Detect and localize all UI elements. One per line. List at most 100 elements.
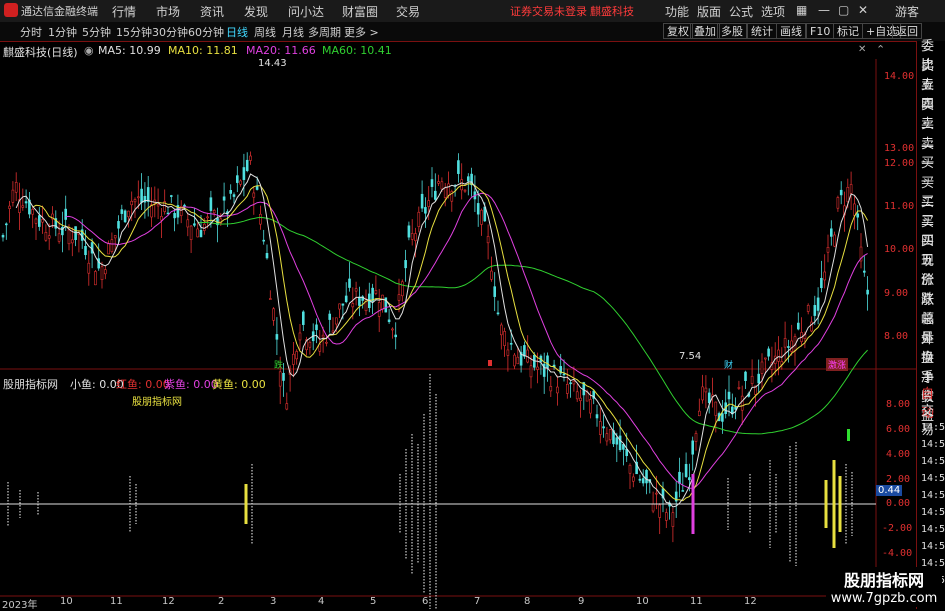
app-title: 通达信金融终端 [21, 5, 98, 18]
close-icon[interactable]: ✕ [858, 3, 868, 17]
candle-body [410, 233, 414, 240]
period-more[interactable]: 更多 > [344, 24, 379, 40]
period-intraday[interactable]: 分时 [20, 24, 42, 40]
candle-body [433, 190, 437, 200]
candle-body [836, 197, 840, 209]
date-tick-1: 10 [60, 596, 73, 607]
indicator-current-value: 0.44 [876, 485, 903, 496]
candle-body [196, 228, 199, 238]
candle-body [242, 167, 246, 180]
candle-body [750, 375, 754, 384]
restore-icon[interactable]: ▢ [838, 3, 849, 17]
ind-axis-4: 4.00 [886, 449, 911, 460]
candle-body [222, 196, 226, 201]
candle-body [862, 270, 866, 273]
candle-body [598, 421, 602, 435]
period-5min[interactable]: 5分钟 [82, 24, 111, 40]
price-axis-9: 9.00 [884, 288, 909, 299]
candle-body [608, 429, 612, 441]
candle-body [351, 303, 355, 308]
guest-label[interactable]: 游客 [895, 3, 919, 20]
menu-function[interactable]: 功能 [665, 3, 689, 20]
period-15min[interactable]: 15分钟 [116, 24, 152, 40]
candle-body [437, 181, 440, 184]
candle-body [236, 175, 239, 183]
period-60min[interactable]: 60分钟 [188, 24, 224, 40]
candle-body [806, 304, 810, 312]
period-30min[interactable]: 30分钟 [152, 24, 188, 40]
menu-discover[interactable]: 发现 [244, 3, 268, 20]
candle-body [21, 205, 25, 208]
candle-body [763, 357, 767, 360]
candle-body [721, 413, 724, 422]
period-weekly[interactable]: 周线 [254, 24, 276, 40]
candle-body [301, 311, 305, 325]
menu-grid-icon[interactable]: ▦ [796, 3, 807, 17]
candle-body [285, 403, 289, 410]
candle-body [740, 395, 744, 411]
candle-body [170, 195, 173, 197]
menu-layout[interactable]: 版面 [697, 3, 721, 20]
candle-body [796, 322, 800, 330]
candle-body [282, 372, 285, 381]
menu-market[interactable]: 行情 [112, 3, 136, 20]
candle-body [57, 233, 61, 242]
adjust-button[interactable]: 复权 [663, 23, 693, 39]
candle-body [24, 201, 28, 204]
draw-button[interactable]: 画线 [776, 23, 806, 39]
candle-body [186, 219, 190, 228]
login-status[interactable]: 证券交易未登录 [510, 3, 587, 19]
menu-trade[interactable]: 交易 [396, 3, 420, 20]
trade-button[interactable]: 交易 [921, 402, 945, 440]
menu-wealth[interactable]: 财富圈 [342, 3, 378, 20]
indicator-ziyu: 紫鱼: 0.00 [164, 378, 218, 391]
candle-body [605, 433, 609, 442]
period-multi[interactable]: 多周期 [308, 24, 341, 40]
menu-news[interactable]: 资讯 [200, 3, 224, 20]
candle-body [565, 383, 569, 394]
multi-stock-button[interactable]: 多股 [717, 23, 747, 39]
candle-body [8, 205, 11, 209]
candle-body [173, 213, 176, 219]
menu-options[interactable]: 选项 [761, 3, 785, 20]
back-button[interactable]: 返回 [892, 23, 922, 39]
candle-body [714, 401, 718, 416]
overlay-button[interactable]: 叠加 [690, 23, 720, 39]
candle-body [31, 209, 35, 215]
menu-markets[interactable]: 市场 [156, 3, 180, 20]
candle-body [664, 512, 668, 521]
candle-body [239, 180, 242, 185]
candle-body [245, 159, 249, 172]
stock-name: 麒盛科技 [590, 5, 634, 18]
candle-body [113, 235, 117, 239]
menu-ask[interactable]: 问小达 [288, 3, 324, 20]
event-badge-fall[interactable]: 跌 [274, 358, 283, 371]
event-badge-surge[interactable]: 激涨 [826, 358, 849, 371]
candle-body [358, 296, 361, 306]
candle-body [87, 262, 91, 274]
candle-body [816, 297, 820, 311]
period-monthly[interactable]: 月线 [282, 24, 304, 40]
stats-button[interactable]: 统计 [747, 23, 777, 39]
high-marker: 14.43 [258, 58, 287, 69]
event-badge-finance[interactable]: 财 [724, 358, 733, 371]
period-daily[interactable]: 日线 [226, 24, 248, 40]
candle-body [110, 239, 114, 252]
candle-body [315, 324, 318, 331]
event-badge-red[interactable] [488, 360, 492, 366]
mark-button[interactable]: 标记 [833, 23, 863, 39]
minimize-icon[interactable]: — [818, 3, 830, 17]
price-axis-13: 13.00 [884, 143, 915, 154]
f10-button[interactable]: F10 [806, 23, 835, 39]
tick-time-7: 14:56 [921, 541, 945, 552]
candle-body [684, 464, 688, 477]
candle-body [84, 246, 87, 256]
kline-chart[interactable] [0, 41, 916, 609]
candle-body [767, 348, 770, 357]
menu-formula[interactable]: 公式 [729, 3, 753, 20]
candle-body [826, 247, 830, 253]
candle-body [371, 287, 374, 302]
period-1min[interactable]: 1分钟 [48, 24, 77, 40]
candle-body [589, 399, 592, 414]
indicator-name[interactable]: 股朋指标网 [3, 376, 58, 392]
